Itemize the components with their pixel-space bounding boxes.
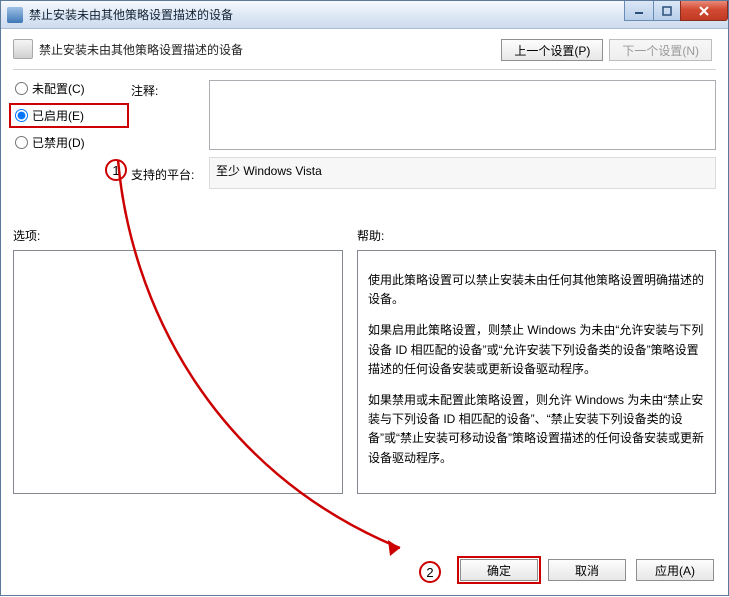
lower-panes: 选项: 帮助: 使用此策略设置可以禁止安装未由任何其他策略设置明确描述的设备。 … [13, 227, 716, 494]
title-bar[interactable]: 禁止安装未由其他策略设置描述的设备 [1, 1, 728, 29]
radio-enabled-label: 已启用(E) [32, 107, 84, 124]
radio-enabled-input[interactable] [15, 109, 28, 122]
help-column: 帮助: 使用此策略设置可以禁止安装未由任何其他策略设置明确描述的设备。 如果启用… [357, 227, 716, 494]
radio-enabled[interactable]: 已启用(E) [9, 103, 129, 128]
options-column: 选项: [13, 227, 343, 494]
note-label: 注释: [131, 80, 201, 99]
ok-button[interactable]: 确定 [460, 559, 538, 581]
close-icon [698, 6, 710, 16]
previous-setting-button[interactable]: 上一个设置(P) [501, 39, 603, 61]
minimize-icon [634, 6, 644, 16]
apply-button[interactable]: 应用(A) [636, 559, 714, 581]
supported-on-text: 至少 Windows Vista [216, 164, 322, 178]
note-textarea[interactable] [209, 80, 716, 150]
supported-on-box: 至少 Windows Vista [209, 157, 716, 189]
supported-on-label: 支持的平台: [131, 164, 201, 183]
minimize-button[interactable] [624, 1, 654, 21]
radio-disabled-input[interactable] [15, 136, 28, 149]
window-title: 禁止安装未由其他策略设置描述的设备 [29, 6, 233, 23]
radio-disabled[interactable]: 已禁用(D) [15, 134, 123, 151]
help-label: 帮助: [357, 227, 716, 244]
dialog-footer: 确定 取消 应用(A) [460, 559, 714, 581]
policy-header: 禁止安装未由其他策略设置描述的设备 [13, 39, 243, 59]
client-area: 禁止安装未由其他策略设置描述的设备 上一个设置(P) 下一个设置(N) 未配置(… [1, 29, 728, 595]
app-icon [7, 7, 23, 23]
options-label: 选项: [13, 227, 343, 244]
maximize-button[interactable] [653, 1, 681, 21]
close-button[interactable] [680, 1, 728, 21]
help-paragraph: 如果启用此策略设置，则禁止 Windows 为未由“允许安装与下列设备 ID 相… [368, 321, 705, 379]
separator [13, 69, 716, 70]
radio-not-configured-input[interactable] [15, 82, 28, 95]
annotation-badge-2: 2 [419, 561, 441, 583]
options-pane[interactable] [13, 250, 343, 494]
policy-title: 禁止安装未由其他策略设置描述的设备 [39, 41, 243, 58]
help-pane[interactable]: 使用此策略设置可以禁止安装未由任何其他策略设置明确描述的设备。 如果启用此策略设… [357, 250, 716, 494]
radio-not-configured[interactable]: 未配置(C) [15, 80, 123, 97]
radio-not-configured-label: 未配置(C) [32, 80, 85, 97]
cancel-button[interactable]: 取消 [548, 559, 626, 581]
state-radio-group: 未配置(C) 已启用(E) 已禁用(D) [13, 80, 123, 151]
next-setting-button[interactable]: 下一个设置(N) [609, 39, 712, 61]
annotation-badge-1: 1 [105, 159, 127, 181]
help-paragraph: 使用此策略设置可以禁止安装未由任何其他策略设置明确描述的设备。 [368, 271, 705, 309]
help-paragraph: 如果禁用或未配置此策略设置，则允许 Windows 为未由“禁止安装与下列设备 … [368, 391, 705, 468]
maximize-icon [662, 6, 672, 16]
dialog-window: 禁止安装未由其他策略设置描述的设备 禁止安装未由其他策略设置描述的设备 上一个设… [0, 0, 729, 596]
policy-icon [13, 39, 33, 59]
window-controls [625, 1, 728, 21]
radio-disabled-label: 已禁用(D) [32, 134, 85, 151]
nav-buttons: 上一个设置(P) 下一个设置(N) [501, 39, 716, 61]
header-row: 禁止安装未由其他策略设置描述的设备 上一个设置(P) 下一个设置(N) [13, 39, 716, 61]
